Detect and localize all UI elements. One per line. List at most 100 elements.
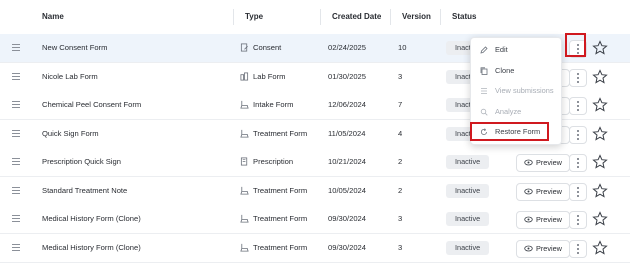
menu-item-label: Edit	[495, 45, 508, 54]
treatment-icon	[240, 214, 253, 223]
highlight-box-restore	[470, 122, 549, 141]
drag-handle-icon[interactable]	[12, 72, 20, 81]
more-actions-button[interactable]	[569, 239, 587, 258]
more-actions-button[interactable]	[569, 211, 587, 229]
row-type: Intake Form	[240, 91, 294, 119]
more-actions-button[interactable]	[569, 97, 587, 115]
row-type-label: Treatment Form	[253, 128, 308, 138]
table-row[interactable]: Medical History Form (Clone) Treatment Fo…	[0, 233, 630, 263]
row-type: Treatment Form	[240, 205, 307, 233]
star-icon[interactable]	[592, 97, 608, 113]
preview-button[interactable]: Preview	[516, 211, 570, 229]
row-name[interactable]: Quick Sign Form	[42, 120, 99, 148]
row-name[interactable]: New Consent Form	[42, 34, 107, 62]
star-icon[interactable]	[592, 211, 608, 227]
row-type-label: Treatment Form	[253, 185, 308, 195]
star-icon[interactable]	[592, 154, 608, 170]
preview-button[interactable]: Preview	[516, 182, 570, 201]
row-type: Prescription	[240, 148, 293, 176]
row-type-label: Lab Form	[253, 71, 286, 81]
status-badge: Inactive	[446, 183, 490, 198]
prescription-icon	[240, 157, 253, 166]
star-icon[interactable]	[592, 68, 608, 85]
row-type: Lab Form	[240, 63, 286, 91]
row-version: 10	[398, 43, 407, 52]
more-actions-button[interactable]	[569, 125, 587, 144]
row-version: 2	[398, 185, 403, 195]
column-header-created-date[interactable]: Created Date	[332, 0, 381, 34]
consent-icon	[240, 43, 253, 52]
status-badge: Inactive	[446, 212, 490, 226]
table-row[interactable]: Medical History Form (Clone) Treatment Fo…	[0, 205, 630, 234]
status-badge: Inactive	[446, 155, 490, 169]
eye-icon	[524, 216, 533, 223]
row-created-date: 09/30/2024	[328, 242, 367, 252]
star-icon[interactable]	[592, 40, 608, 56]
row-name[interactable]: Medical History Form (Clone)	[42, 234, 141, 262]
treatment-icon	[240, 186, 253, 195]
intake-icon	[240, 100, 253, 109]
column-header-version[interactable]: Version	[402, 0, 431, 34]
preview-label: Preview	[536, 215, 562, 224]
row-created-date: 11/05/2024	[328, 128, 366, 138]
row-name[interactable]: Standard Treatment Note	[42, 177, 127, 205]
row-name[interactable]: Prescription Quick Sign	[42, 148, 121, 176]
row-version: 4	[398, 128, 403, 138]
more-actions-button[interactable]	[569, 182, 587, 201]
drag-handle-icon[interactable]	[12, 129, 20, 138]
column-header-status[interactable]: Status	[452, 0, 476, 34]
row-created-date: 09/30/2024	[328, 214, 367, 223]
preview-label: Preview	[536, 243, 562, 253]
eye-icon	[524, 159, 533, 166]
row-type: Consent	[240, 34, 281, 62]
row-type-label: Consent	[253, 43, 282, 52]
menu-item-view-submissions: View submissions	[471, 81, 561, 101]
menu-item-label: Analyze	[495, 106, 522, 116]
row-type: Treatment Form	[240, 177, 307, 205]
row-type-label: Prescription	[253, 157, 294, 166]
preview-button[interactable]: Preview	[516, 154, 570, 172]
row-created-date: 10/05/2024	[328, 185, 367, 195]
row-created-date: 01/30/2025	[328, 71, 367, 81]
eye-icon	[524, 245, 533, 251]
row-version: 2	[398, 157, 403, 166]
drag-handle-icon[interactable]	[12, 158, 20, 166]
table-header: Name Type Created Date Version Status	[0, 0, 630, 35]
treatment-icon	[240, 243, 253, 252]
row-created-date: 10/21/2024	[328, 157, 367, 166]
menu-item-label: View submissions	[495, 86, 554, 95]
lab-icon	[240, 71, 253, 81]
menu-item-clone[interactable]: Clone	[471, 61, 561, 81]
row-created-date: 12/06/2024	[328, 100, 367, 109]
status-badge: Inactive	[446, 240, 490, 255]
star-icon[interactable]	[592, 125, 608, 142]
eye-icon	[524, 188, 533, 194]
more-actions-button[interactable]	[569, 68, 587, 87]
star-icon[interactable]	[592, 182, 608, 199]
row-name[interactable]: Nicole Lab Form	[42, 63, 98, 91]
row-version: 7	[398, 100, 403, 109]
row-type-label: Treatment Form	[253, 242, 308, 252]
drag-handle-icon[interactable]	[12, 215, 20, 223]
row-type-label: Treatment Form	[253, 214, 308, 223]
row-type: Treatment Form	[240, 234, 307, 262]
preview-label: Preview	[536, 158, 562, 167]
table-row[interactable]: Prescription Quick Sign Prescription 10/21…	[0, 148, 630, 177]
table-row[interactable]: Standard Treatment Note Treatment Form 10/…	[0, 176, 630, 206]
drag-handle-icon[interactable]	[12, 101, 20, 109]
star-icon[interactable]	[592, 239, 608, 256]
preview-label: Preview	[536, 186, 562, 196]
highlight-box-kebab	[565, 33, 586, 57]
menu-item-edit[interactable]: Edit	[471, 40, 561, 60]
row-version: 3	[398, 71, 403, 81]
row-name[interactable]: Chemical Peel Consent Form	[42, 91, 141, 119]
row-name[interactable]: Medical History Form (Clone)	[42, 205, 141, 233]
drag-handle-icon[interactable]	[12, 186, 20, 195]
column-header-type[interactable]: Type	[245, 0, 263, 34]
drag-handle-icon[interactable]	[12, 243, 20, 252]
drag-handle-icon[interactable]	[12, 44, 20, 52]
column-header-name[interactable]: Name	[42, 0, 64, 34]
menu-item-label: Clone	[495, 65, 515, 75]
preview-button[interactable]: Preview	[516, 239, 570, 258]
more-actions-button[interactable]	[569, 154, 587, 172]
